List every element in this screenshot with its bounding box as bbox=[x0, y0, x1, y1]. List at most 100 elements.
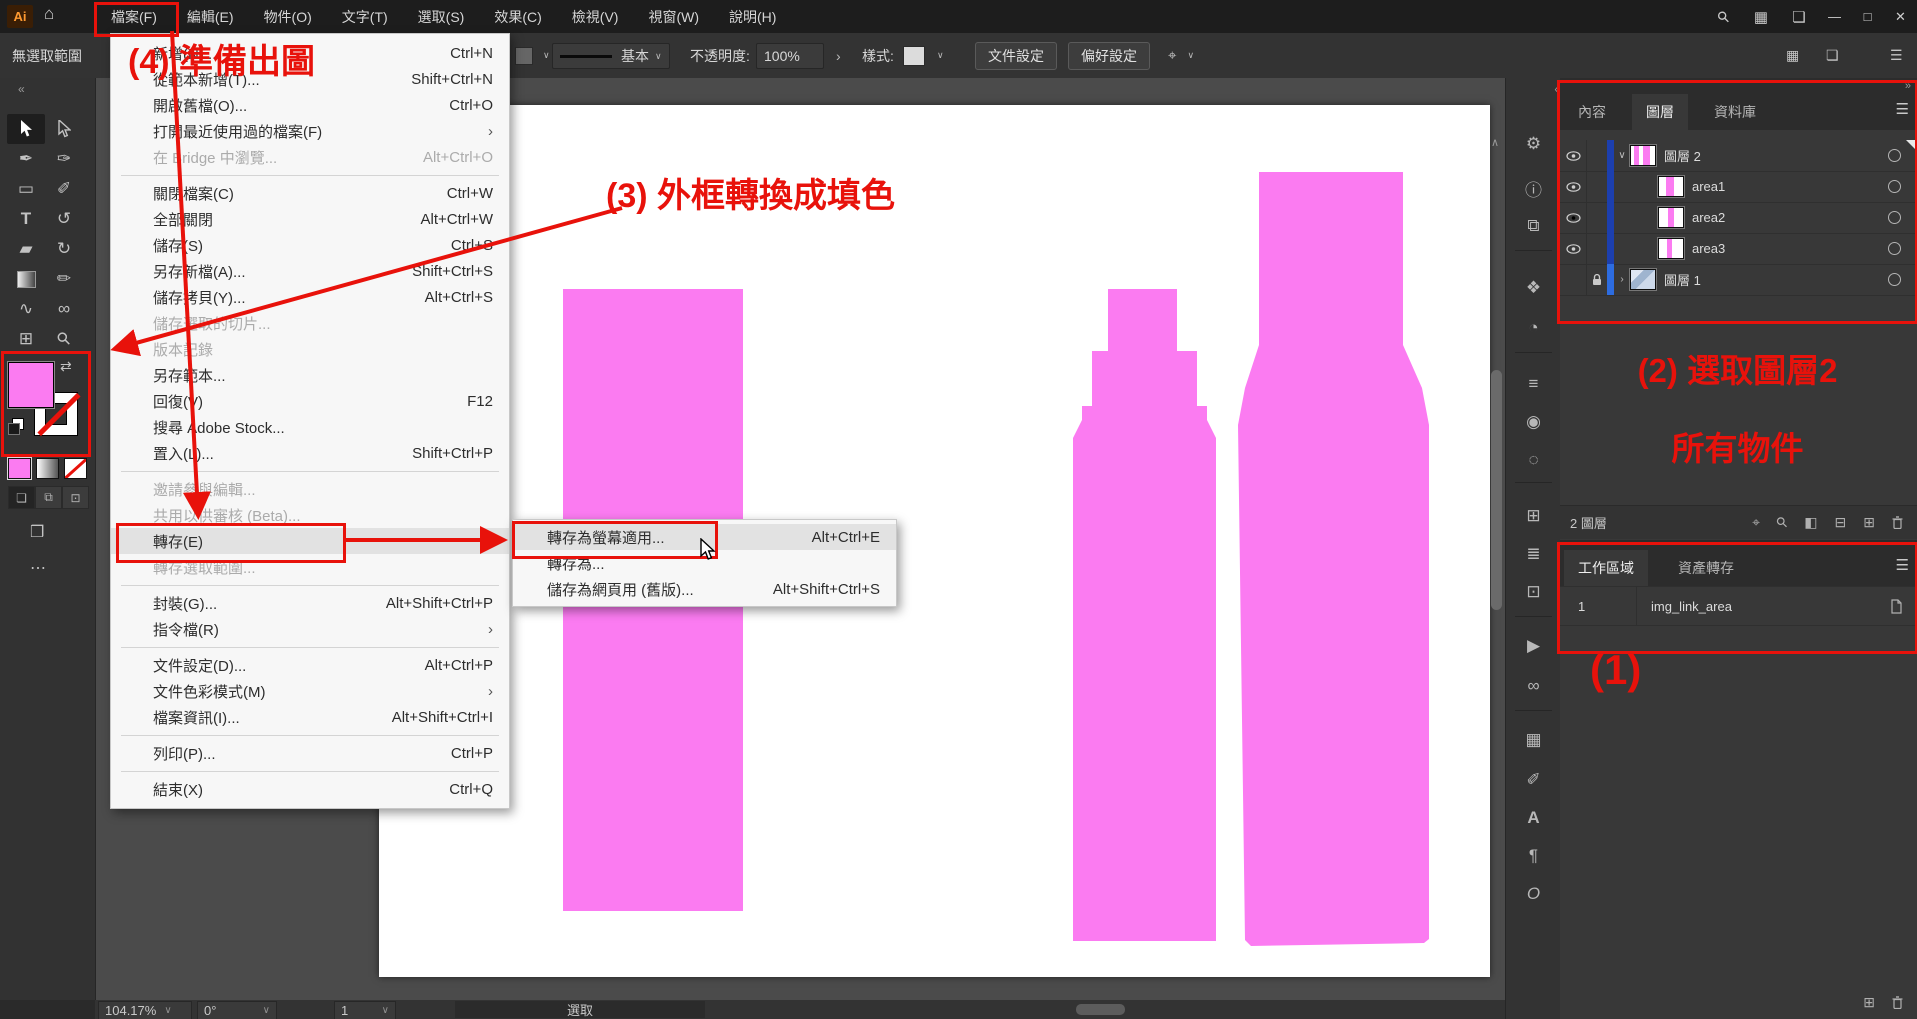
default-fill-stroke-icon[interactable] bbox=[8, 418, 24, 434]
zoom-level-dropdown[interactable]: 104.17%∨ bbox=[98, 1001, 192, 1019]
fill-swatch[interactable] bbox=[8, 362, 54, 408]
menu-edit[interactable]: 編輯(E) bbox=[172, 0, 249, 33]
stroke-lines-icon[interactable]: ≡ bbox=[1506, 374, 1561, 394]
layer-name[interactable]: 圖層 2 bbox=[1664, 146, 1701, 165]
character-panel-icon[interactable]: A bbox=[1506, 808, 1561, 828]
locate-object-icon[interactable]: ⌖ bbox=[1752, 514, 1760, 531]
lock-icon[interactable] bbox=[1586, 264, 1607, 295]
layer-name[interactable]: area2 bbox=[1692, 210, 1725, 225]
eyedropper-tool[interactable]: ✏ bbox=[45, 264, 83, 294]
stroke-style-dropdown[interactable]: 基本 ∨ bbox=[552, 43, 670, 69]
select-similar-icon[interactable]: ⌖ bbox=[1168, 47, 1176, 64]
swatches-grid-icon[interactable]: ▦ bbox=[1506, 730, 1561, 750]
layer-thumbnail[interactable] bbox=[1658, 207, 1684, 228]
width-tool[interactable]: ∿ bbox=[7, 294, 45, 324]
menu-window[interactable]: 視窗(W) bbox=[633, 0, 714, 33]
new-artboard-icon[interactable]: ⊞ bbox=[1863, 994, 1875, 1011]
target-circle[interactable] bbox=[1888, 273, 1901, 286]
bottle-shape-1[interactable] bbox=[1073, 289, 1216, 941]
selection-tool[interactable] bbox=[7, 114, 45, 144]
gradient-tool[interactable] bbox=[7, 264, 45, 294]
layer-thumbnail[interactable] bbox=[1630, 269, 1656, 290]
tab-artboards[interactable]: 工作區域 bbox=[1564, 550, 1648, 586]
menu-item-save[interactable]: 儲存(S)Ctrl+S bbox=[111, 232, 509, 258]
layer-row-area1[interactable]: area1 bbox=[1560, 171, 1917, 203]
new-layer-icon[interactable]: ⊞ bbox=[1863, 514, 1875, 531]
layer-thumbnail[interactable] bbox=[1658, 176, 1684, 197]
artboard-number-dropdown[interactable]: 1∨ bbox=[334, 1001, 396, 1019]
target-circle[interactable] bbox=[1888, 180, 1901, 193]
rotation-dropdown[interactable]: 0°∨ bbox=[197, 1001, 277, 1019]
eye-icon[interactable] bbox=[1560, 182, 1586, 192]
dashed-circle-icon[interactable]: ◌ bbox=[1506, 450, 1561, 470]
zoom-tool[interactable]: ⚲ bbox=[45, 324, 83, 354]
target-circle[interactable] bbox=[1888, 211, 1901, 224]
links-icon[interactable]: ∞ bbox=[1506, 676, 1561, 696]
arrange-windows-icon[interactable]: ❏ bbox=[1826, 33, 1839, 78]
menu-view[interactable]: 檢視(V) bbox=[557, 0, 634, 33]
lock-cell[interactable] bbox=[1586, 140, 1607, 171]
arrange-docs-icon[interactable]: ❏ bbox=[1780, 8, 1818, 26]
clipping-mask-icon[interactable]: ◧ bbox=[1804, 514, 1817, 531]
gradient-button[interactable] bbox=[36, 458, 59, 479]
menu-item-package[interactable]: 封裝(G)...Alt+Shift+Ctrl+P bbox=[111, 590, 509, 616]
menu-type[interactable]: 文字(T) bbox=[327, 0, 403, 33]
menu-item-save-for-web[interactable]: 儲存為網頁用 (舊版)...Alt+Shift+Ctrl+S bbox=[513, 576, 896, 602]
menu-item-search-stock[interactable]: 搜尋 Adobe Stock... bbox=[111, 414, 509, 440]
menu-item-file-info[interactable]: 檔案資訊(I)...Alt+Shift+Ctrl+I bbox=[111, 704, 509, 730]
eye-icon[interactable] bbox=[1560, 244, 1586, 254]
menu-item-print[interactable]: 列印(P)...Ctrl+P bbox=[111, 740, 509, 766]
search-icon[interactable]: ⚲ bbox=[1704, 8, 1742, 26]
panel-menu-icon[interactable]: ☰ bbox=[1896, 556, 1909, 574]
target-circle[interactable] bbox=[1888, 242, 1901, 255]
menu-item-close[interactable]: 關閉檔案(C)Ctrl+W bbox=[111, 180, 509, 206]
document-setup-button[interactable]: 文件設定 bbox=[975, 42, 1057, 70]
menu-effect[interactable]: 效果(C) bbox=[479, 0, 556, 33]
eye-icon[interactable] bbox=[1560, 213, 1586, 223]
fill-color-dropdown[interactable] bbox=[515, 47, 533, 65]
menu-item-scripts[interactable]: 指令檔(R)› bbox=[111, 616, 509, 642]
info-icon[interactable]: ⓘ bbox=[1506, 176, 1561, 201]
actions-play-icon[interactable]: ▶ bbox=[1506, 636, 1561, 656]
tab-properties[interactable]: 內容 bbox=[1564, 94, 1620, 130]
eye-icon[interactable] bbox=[1560, 151, 1586, 161]
menu-help[interactable]: 說明(H) bbox=[714, 0, 791, 33]
menu-item-save-template[interactable]: 另存範本... bbox=[111, 362, 509, 388]
menu-item-close-all[interactable]: 全部關閉Alt+Ctrl+W bbox=[111, 206, 509, 232]
layer-thumbnail[interactable] bbox=[1630, 145, 1656, 166]
rotate-tool[interactable]: ↺ bbox=[45, 204, 83, 234]
collapse-dock-icon[interactable]: » bbox=[1905, 80, 1911, 92]
artboards-icon[interactable]: ⊞ bbox=[1506, 506, 1561, 526]
align-icon[interactable]: ≣ bbox=[1506, 544, 1561, 564]
layer-thumbnail[interactable] bbox=[1658, 238, 1684, 259]
vertical-scrollbar[interactable] bbox=[1491, 370, 1502, 610]
artboard-row[interactable]: 1 img_link_area bbox=[1560, 586, 1917, 626]
home-icon[interactable]: ⌂ bbox=[44, 4, 54, 24]
draw-behind-icon[interactable]: ⧉ bbox=[35, 486, 62, 509]
menu-item-save-copy[interactable]: 儲存拷貝(Y)...Alt+Ctrl+S bbox=[111, 284, 509, 310]
search-layer-icon[interactable]: ⚲ bbox=[1773, 513, 1792, 532]
pen-tool[interactable]: ✒ bbox=[7, 144, 45, 174]
menu-select[interactable]: 選取(S) bbox=[403, 0, 480, 33]
menu-item-revert[interactable]: 回復(V)F12 bbox=[111, 388, 509, 414]
lock-cell[interactable] bbox=[1586, 202, 1607, 233]
artboard-name[interactable]: img_link_area bbox=[1637, 599, 1732, 614]
menu-item-save-as[interactable]: 另存新檔(A)...Shift+Ctrl+S bbox=[111, 258, 509, 284]
tab-libraries[interactable]: 資料庫 bbox=[1700, 94, 1770, 130]
target-circle[interactable] bbox=[1888, 149, 1901, 162]
artboard-options-icon[interactable] bbox=[1889, 599, 1903, 614]
none-button[interactable] bbox=[64, 458, 87, 479]
paragraph-panel-icon[interactable]: ¶ bbox=[1506, 846, 1561, 866]
control-menu-icon[interactable]: ☰ bbox=[1890, 33, 1903, 78]
layer-row-area3[interactable]: area3 bbox=[1560, 233, 1917, 265]
draw-inside-icon[interactable]: ⊡ bbox=[62, 486, 89, 509]
align-grid-icon[interactable]: ▦ bbox=[1786, 33, 1799, 78]
swap-fill-stroke-icon[interactable]: ⇄ bbox=[60, 358, 72, 375]
gradient-icon[interactable]: ◔ bbox=[1506, 318, 1561, 338]
preferences-button[interactable]: 偏好設定 bbox=[1068, 42, 1150, 70]
chevron-right-icon[interactable]: › bbox=[1614, 274, 1630, 285]
horizontal-scrollbar[interactable] bbox=[1076, 1004, 1125, 1015]
tab-layers[interactable]: 圖層 bbox=[1632, 94, 1688, 130]
menu-item-open-recent[interactable]: 打開最近使用過的檔案(F)› bbox=[111, 118, 509, 144]
opacity-expand-icon[interactable]: › bbox=[836, 33, 841, 78]
